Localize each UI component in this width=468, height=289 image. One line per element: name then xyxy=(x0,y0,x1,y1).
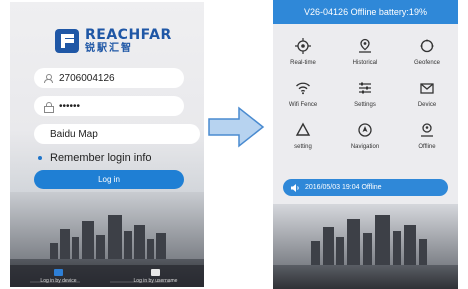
menu-item-label: Offline xyxy=(418,144,436,150)
menu-screen: V26-04126 Offline battery:19% Real-time … xyxy=(273,0,458,289)
tab-login-by-device[interactable]: Log in by device xyxy=(10,265,107,287)
menu-item-label: setting xyxy=(294,144,312,150)
menu-item-label: Wifi Fence xyxy=(288,102,318,108)
status-banner[interactable]: 2016/05/03 19:04 Offline xyxy=(283,179,448,196)
menu-item-navigation[interactable]: Navigation xyxy=(335,122,395,162)
menu-item-settings[interactable]: Settings xyxy=(335,80,395,120)
menu-item-label: Device xyxy=(417,102,437,108)
status-text: V26-04126 Offline battery:19% xyxy=(304,7,427,17)
menu-item-real-time[interactable]: Real-time xyxy=(273,38,333,78)
target-icon xyxy=(295,38,311,54)
map-pin-icon xyxy=(359,38,371,53)
map-select[interactable]: Baidu Map xyxy=(34,124,200,144)
navigation-icon xyxy=(358,123,372,137)
login-tab-bar: Log in by device Log in by username xyxy=(10,265,204,287)
password-value: •••••• xyxy=(59,100,81,112)
id-card-icon xyxy=(151,268,160,276)
remember-login-checkbox[interactable]: Remember login info xyxy=(38,152,152,164)
mail-icon xyxy=(420,83,434,94)
logo-chinese-text: 锐駅汇智 xyxy=(85,43,133,54)
menu-item-label: Real-time xyxy=(290,60,316,66)
menu-item-setting[interactable]: setting xyxy=(273,122,333,162)
banner-text: 2016/05/03 19:04 Offline xyxy=(305,184,382,191)
speaker-icon xyxy=(291,183,299,192)
lock-icon xyxy=(44,101,54,113)
triangle-icon xyxy=(295,122,311,136)
menu-item-label: Navigation xyxy=(350,144,380,150)
account-field[interactable]: 2706004126 xyxy=(34,68,184,88)
menu-item-offline[interactable]: Offline xyxy=(397,122,457,162)
tab-login-by-username[interactable]: Log in by username xyxy=(107,265,204,287)
menu-item-geofence[interactable]: Geofence xyxy=(397,38,457,78)
menu-item-label: Geofence xyxy=(413,60,441,66)
geofence-circle-icon xyxy=(420,39,434,53)
settings-sliders-icon xyxy=(359,82,371,94)
city-background-image xyxy=(273,204,458,289)
status-bar: V26-04126 Offline battery:19% xyxy=(273,0,458,24)
wifi-icon xyxy=(296,82,310,95)
logo-text: REACHFAR xyxy=(85,27,172,43)
map-select-value: Baidu Map xyxy=(50,128,98,140)
login-screen: REACHFAR 锐駅汇智 2706004126 •••••• Baidu Ma… xyxy=(10,2,204,287)
checkbox-dot-icon xyxy=(38,156,42,160)
tab-label: Log in by device xyxy=(40,277,77,284)
person-pin-icon xyxy=(421,123,433,137)
tab-label: Log in by username xyxy=(133,277,178,284)
remember-label: Remember login info xyxy=(50,152,152,164)
phone-icon xyxy=(54,268,63,276)
menu-item-label: Historical xyxy=(352,60,378,66)
right-arrow-icon xyxy=(208,106,265,148)
user-icon xyxy=(44,73,53,83)
app-logo: REACHFAR 锐駅汇智 xyxy=(55,28,172,54)
account-value: 2706004126 xyxy=(59,72,115,84)
reachfar-logo-icon xyxy=(55,29,79,53)
password-field[interactable]: •••••• xyxy=(34,96,184,116)
login-button[interactable]: Log in xyxy=(34,170,184,189)
menu-item-historical[interactable]: Historical xyxy=(335,38,395,78)
menu-item-wifi-fence[interactable]: Wifi Fence xyxy=(273,80,333,120)
menu-item-device[interactable]: Device xyxy=(397,80,457,120)
menu-item-label: Settings xyxy=(354,102,376,108)
